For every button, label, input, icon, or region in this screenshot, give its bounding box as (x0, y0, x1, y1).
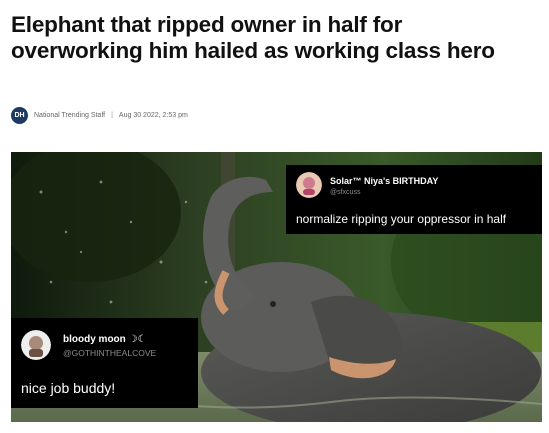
article-byline: DH National Trending Staff | Aug 30 2022… (11, 106, 188, 124)
tweet-card-bloody-moon[interactable]: bloody moon ☽☾ @GOTHINTHEALCOVE nice job… (11, 318, 198, 408)
tweet-text: normalize ripping your oppressor in half (296, 212, 507, 226)
tweet-handle[interactable]: @GOTHINTHEALCOVE (63, 348, 156, 358)
tweet-display-name[interactable]: Solar™ Niya's BIRTHDAY (330, 176, 438, 186)
tweet-text: nice job buddy! (21, 380, 116, 396)
publisher-logo[interactable]: DH (11, 106, 28, 124)
avatar[interactable] (21, 330, 51, 360)
byline-separator: | (111, 111, 113, 119)
avatar[interactable] (296, 172, 322, 198)
publish-date: Aug 30 2022, 2:53 pm (118, 111, 188, 119)
tweet-card-solar[interactable]: Solar™ Niya's BIRTHDAY @sfxcuss normaliz… (286, 165, 542, 234)
author-name[interactable]: National Trending Staff (34, 112, 105, 119)
tweet-handle[interactable]: @sfxcuss (330, 189, 360, 196)
article-headline[interactable]: Elephant that ripped owner in half for o… (11, 12, 511, 64)
tweet-display-name[interactable]: bloody moon ☽☾ (63, 334, 146, 345)
